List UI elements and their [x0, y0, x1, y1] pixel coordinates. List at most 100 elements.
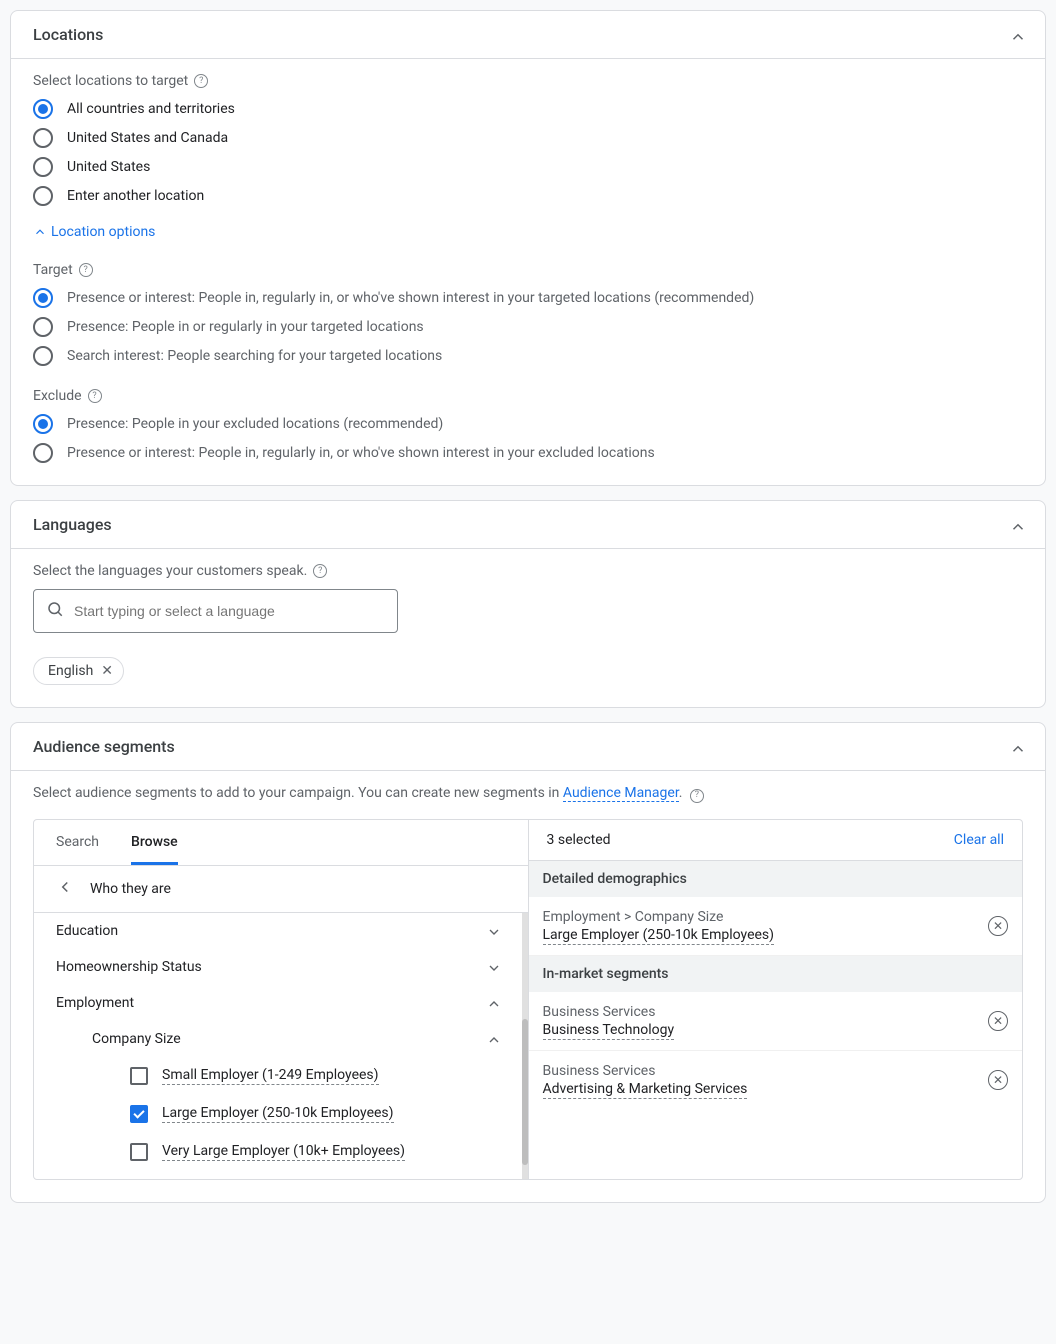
chevron-down-icon — [486, 960, 500, 974]
chevron-up-icon — [1009, 28, 1023, 42]
radio-label: Search interest: People searching for yo… — [67, 346, 442, 366]
exclude-radio-list: Presence: People in your excluded locati… — [33, 414, 1023, 463]
radio-all-countries[interactable]: All countries and territories — [33, 99, 1023, 119]
remove-icon[interactable]: ✕ — [988, 1070, 1008, 1090]
locations-subtitle: Select locations to target — [33, 73, 188, 89]
selected-name: Advertising & Marketing Services — [543, 1081, 748, 1099]
selected-path: Business Services — [543, 1004, 675, 1020]
languages-card: Languages Select the languages your cust… — [10, 500, 1046, 708]
radio-input[interactable] — [33, 414, 53, 434]
radio-input[interactable] — [33, 288, 53, 308]
search-icon — [46, 600, 64, 622]
back-arrow-icon[interactable] — [56, 878, 74, 900]
locations-title: Locations — [33, 25, 103, 44]
audience-tree[interactable]: Education Homeownership Status Employmen… — [34, 913, 522, 1179]
radio-input[interactable] — [33, 128, 53, 148]
help-icon[interactable]: ? — [313, 564, 327, 578]
selected-count: 3 selected — [547, 832, 611, 848]
radio-label: All countries and territories — [67, 99, 235, 119]
tab-search[interactable]: Search — [56, 819, 99, 865]
radio-us[interactable]: United States — [33, 157, 1023, 177]
radio-target-search-interest[interactable]: Search interest: People searching for yo… — [33, 346, 1023, 366]
radio-input[interactable] — [33, 186, 53, 206]
radio-input[interactable] — [33, 157, 53, 177]
chevron-up-icon — [486, 996, 500, 1010]
audience-card: Audience segments Select audience segmen… — [10, 722, 1046, 1203]
chevron-up-icon — [33, 225, 47, 239]
radio-label: Presence: People in or regularly in your… — [67, 317, 424, 337]
radio-exclude-presence[interactable]: Presence: People in your excluded locati… — [33, 414, 1023, 434]
radio-input[interactable] — [33, 346, 53, 366]
audience-header[interactable]: Audience segments — [11, 723, 1045, 771]
audience-intro: Select audience segments to add to your … — [33, 785, 1023, 803]
locations-header[interactable]: Locations — [11, 11, 1045, 59]
chip-label: English — [48, 663, 93, 679]
scrollbar[interactable] — [522, 913, 528, 1179]
audience-manager-link[interactable]: Audience Manager — [563, 785, 679, 802]
browse-breadcrumb-row: Who they are — [34, 866, 528, 913]
close-icon[interactable]: ✕ — [101, 663, 113, 679]
checkbox[interactable] — [130, 1105, 148, 1123]
selected-item: Business Services Business Technology ✕ — [529, 992, 1023, 1051]
tree-homeownership[interactable]: Homeownership Status — [34, 949, 522, 985]
tab-browse[interactable]: Browse — [131, 819, 178, 865]
radio-label: United States and Canada — [67, 128, 228, 148]
radio-us-canada[interactable]: United States and Canada — [33, 128, 1023, 148]
audience-title: Audience segments — [33, 737, 175, 756]
radio-exclude-presence-interest[interactable]: Presence or interest: People in, regular… — [33, 443, 1023, 463]
selected-item: Business Services Advertising & Marketin… — [529, 1051, 1023, 1109]
chevron-up-icon — [1009, 740, 1023, 754]
languages-header[interactable]: Languages — [11, 501, 1045, 549]
language-search-input-wrapper[interactable] — [33, 589, 398, 633]
tree-education[interactable]: Education — [34, 913, 522, 949]
languages-subtitle: Select the languages your customers spea… — [33, 563, 307, 579]
help-icon[interactable]: ? — [194, 74, 208, 88]
radio-target-presence-interest[interactable]: Presence or interest: People in, regular… — [33, 288, 1023, 308]
selected-path: Employment > Company Size — [543, 909, 775, 925]
audience-tabs: Search Browse — [34, 820, 528, 866]
group-detailed-demographics: Detailed demographics — [529, 861, 1023, 897]
tree-opt-vlarge[interactable]: Very Large Employer (10k+ Employees) — [34, 1133, 522, 1171]
checkbox[interactable] — [130, 1067, 148, 1085]
exclude-label-row: Exclude ? — [33, 388, 1023, 404]
audience-panel: Search Browse Who they are Education Hom… — [33, 819, 1023, 1180]
remove-icon[interactable]: ✕ — [988, 1011, 1008, 1031]
exclude-label: Exclude — [33, 388, 82, 404]
chevron-up-icon — [1009, 518, 1023, 532]
locations-card: Locations Select locations to target ? A… — [10, 10, 1046, 486]
tree-company-size[interactable]: Company Size — [34, 1021, 522, 1057]
location-options-toggle[interactable]: Location options — [33, 224, 1023, 240]
radio-input[interactable] — [33, 99, 53, 119]
selected-name: Large Employer (250-10k Employees) — [543, 927, 775, 945]
location-options-label: Location options — [51, 224, 155, 240]
tree-employment[interactable]: Employment — [34, 985, 522, 1021]
help-icon[interactable]: ? — [79, 263, 93, 277]
help-icon[interactable]: ? — [88, 389, 102, 403]
radio-label: Presence or interest: People in, regular… — [67, 288, 754, 308]
target-radio-list: Presence or interest: People in, regular… — [33, 288, 1023, 366]
selected-header: 3 selected Clear all — [529, 820, 1023, 861]
target-label-row: Target ? — [33, 262, 1023, 278]
clear-all-button[interactable]: Clear all — [954, 832, 1004, 848]
radio-label: Presence: People in your excluded locati… — [67, 414, 443, 434]
tree-opt-large[interactable]: Large Employer (250-10k Employees) — [34, 1095, 522, 1133]
radio-enter-another[interactable]: Enter another location — [33, 186, 1023, 206]
remove-icon[interactable]: ✕ — [988, 916, 1008, 936]
audience-browse-pane: Search Browse Who they are Education Hom… — [34, 820, 529, 1179]
radio-input[interactable] — [33, 443, 53, 463]
selected-item: Employment > Company Size Large Employer… — [529, 897, 1023, 956]
audience-selected-pane: 3 selected Clear all Detailed demographi… — [529, 820, 1023, 1179]
help-icon[interactable]: ? — [690, 789, 704, 803]
group-in-market: In-market segments — [529, 956, 1023, 992]
radio-target-presence[interactable]: Presence: People in or regularly in your… — [33, 317, 1023, 337]
locations-radio-list: All countries and territories United Sta… — [33, 99, 1023, 206]
language-search-input[interactable] — [74, 603, 385, 619]
radio-label: Presence or interest: People in, regular… — [67, 443, 655, 463]
checkbox[interactable] — [130, 1143, 148, 1161]
tree-opt-small[interactable]: Small Employer (1-249 Employees) — [34, 1057, 522, 1095]
browse-breadcrumb: Who they are — [90, 881, 171, 897]
chevron-up-icon — [486, 1032, 500, 1046]
chevron-down-icon — [486, 924, 500, 938]
languages-title: Languages — [33, 515, 112, 534]
radio-input[interactable] — [33, 317, 53, 337]
